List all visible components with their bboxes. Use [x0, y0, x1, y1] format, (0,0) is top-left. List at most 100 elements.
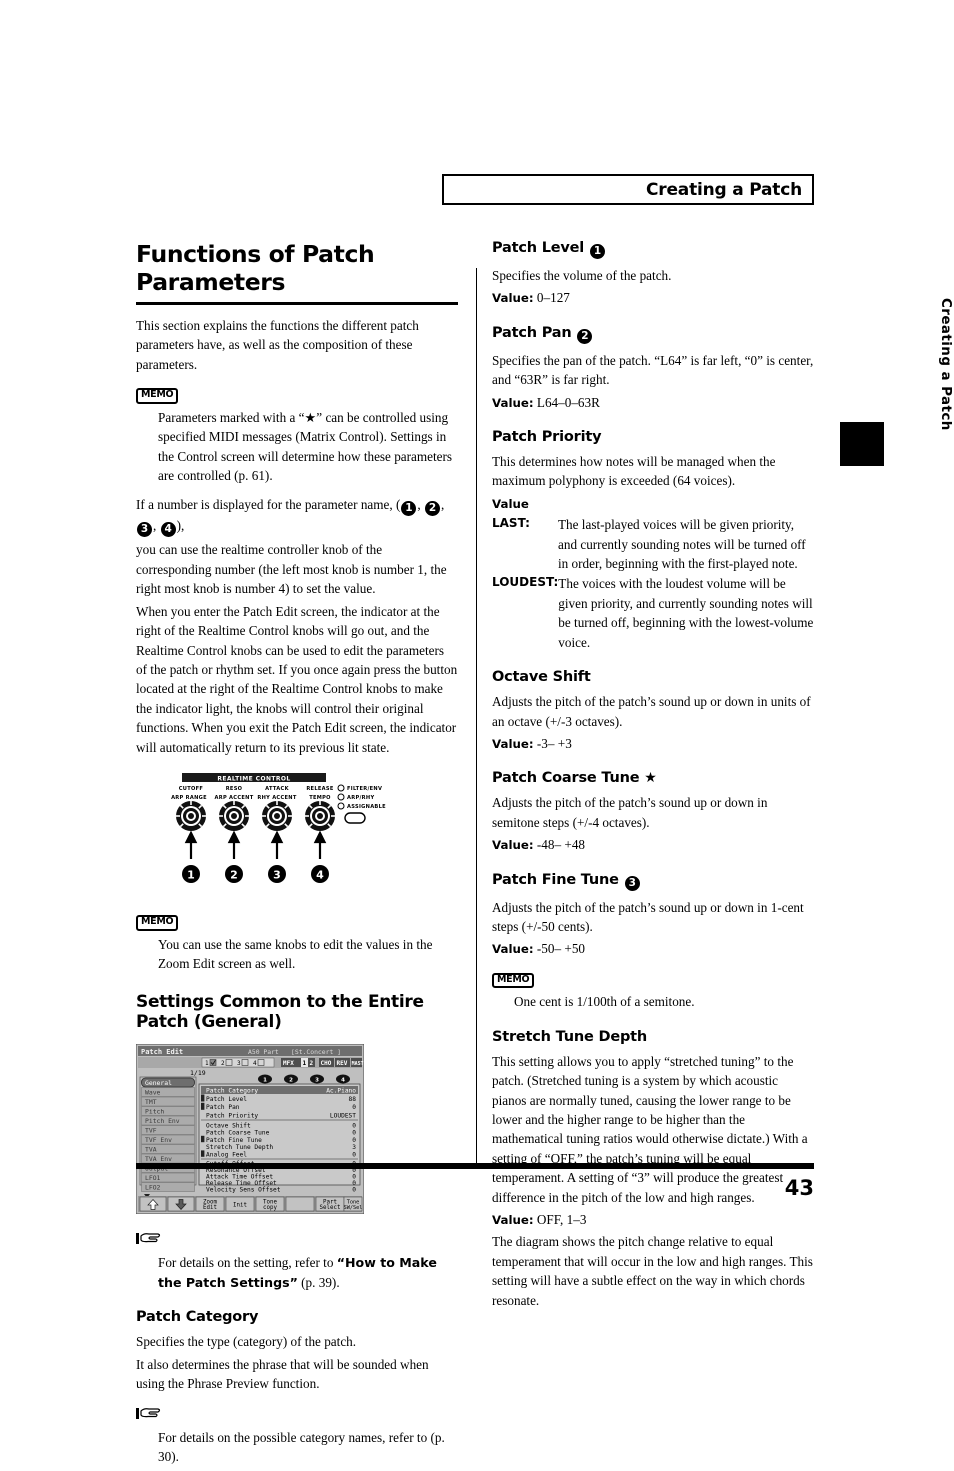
svg-text:MASTER: MASTER: [352, 1061, 364, 1067]
patch-level-value-row: Value: 0–127: [492, 288, 814, 307]
svg-text:4: 4: [253, 1060, 257, 1067]
lcd-part: A50 Part: [248, 1048, 279, 1056]
svg-text:TMT: TMT: [145, 1098, 157, 1106]
octave-shift-value-row: Value: -3– +3: [492, 734, 814, 753]
svg-text:LFO1: LFO1: [145, 1174, 161, 1182]
svg-text:2: 2: [230, 868, 238, 881]
svg-text:88: 88: [349, 1096, 357, 1103]
footer-rule: [136, 1163, 814, 1169]
svg-text:General: General: [145, 1079, 172, 1087]
memo-block-3: MEMO One cent is 1/100th of a semitone.: [492, 969, 814, 1012]
svg-text:Stretch Tune Depth: Stretch Tune Depth: [206, 1145, 273, 1152]
value-label: Value:: [492, 291, 534, 306]
svg-text:3: 3: [315, 1078, 319, 1084]
patch-coarse-tune-desc: Adjusts the pitch of the patch’s sound u…: [492, 795, 768, 830]
svg-text:ATTACK: ATTACK: [265, 786, 289, 792]
left-column: Functions of Patch Parameters This secti…: [135, 240, 458, 1471]
svg-text:Patch Pan: Patch Pan: [206, 1105, 240, 1112]
memo-text-1: Parameters marked with a “★” can be cont…: [158, 409, 453, 484]
svg-text:Select: Select: [320, 1205, 341, 1211]
svg-text:Ac.Piano: Ac.Piano: [326, 1088, 356, 1095]
star-icon: ★: [644, 770, 657, 787]
option-row: LOUDEST: The voices with the loudest vol…: [492, 574, 814, 652]
svg-text:Patch Coarse Tune: Patch Coarse Tune: [206, 1130, 270, 1137]
svg-text:1: 1: [263, 1078, 267, 1084]
circled-number-2: 2: [424, 501, 440, 517]
svg-text:0: 0: [352, 1137, 356, 1144]
lcd-screenshot: Patch Edit A50 Part [St.Concert ] 1 2 3 …: [135, 1043, 458, 1219]
patch-fine-tune-desc: Adjusts the pitch of the patch’s sound u…: [492, 899, 804, 934]
lcd-page-counter: 1/19: [190, 1069, 206, 1077]
heading-patch-pan: Patch Pan 2: [492, 325, 814, 344]
intro-paragraph: This section explains the functions the …: [136, 318, 419, 372]
circled-number-1: 1: [589, 244, 605, 259]
svg-text:0: 0: [352, 1152, 356, 1159]
header-box: Creating a Patch: [442, 174, 814, 205]
stretch-tune-desc: This setting allows you to apply “stretc…: [492, 1053, 808, 1205]
page-number: 43: [784, 1176, 814, 1200]
svg-text:3: 3: [352, 1145, 356, 1152]
patch-category-desc-2: It also determines the phrase that will …: [136, 1356, 429, 1392]
option-term: LOUDEST:: [492, 575, 559, 590]
value-label: Value:: [492, 395, 534, 410]
numbered-knob-paragraph: If a number is displayed for the paramet…: [136, 497, 445, 538]
svg-text:ARP ACCENT: ARP ACCENT: [214, 795, 253, 801]
circled-number-2: 2: [577, 328, 593, 344]
svg-text:ARP RANGE: ARP RANGE: [171, 795, 207, 801]
svg-text:RESO: RESO: [226, 786, 243, 792]
svg-text:Pitch: Pitch: [145, 1108, 164, 1116]
svg-text:LFO2: LFO2: [145, 1184, 161, 1192]
refer-block-2: For details on the possible category nam…: [136, 1406, 458, 1467]
svg-text:CHO: CHO: [321, 1060, 332, 1067]
svg-text:0: 0: [352, 1130, 356, 1137]
memo-block-1: MEMO Parameters marked with a “★” can be…: [136, 384, 458, 485]
memo-block-2: MEMO You can use the same knobs to edit …: [136, 911, 458, 973]
svg-text:ARP/RHY: ARP/RHY: [347, 795, 374, 801]
numbered-knob-prefix: If a number is displayed for the paramet…: [136, 497, 401, 513]
page-title: Creating a Patch: [646, 180, 802, 200]
option-desc: The last-played voices will be given pri…: [558, 517, 806, 572]
circled-number-3: 3: [624, 875, 640, 891]
heading-patch-level: Patch Level 1: [492, 240, 814, 259]
section-title-general: Settings Common to the Entire Patch (Gen…: [136, 992, 424, 1033]
svg-text:Patch Fine Tune: Patch Fine Tune: [206, 1137, 262, 1144]
svg-text:0: 0: [352, 1123, 356, 1130]
heading-patch-coarse-tune: Patch Coarse Tune ★: [492, 770, 814, 786]
svg-text:4: 4: [341, 1078, 345, 1084]
refer-after-1: (p. 39).: [297, 1274, 340, 1290]
patch-level-desc: Specifies the volume of the patch.: [492, 268, 672, 283]
svg-text:3: 3: [237, 1060, 241, 1067]
svg-text:TVF: TVF: [145, 1127, 157, 1135]
octave-shift-desc: Adjusts the pitch of the patch’s sound u…: [492, 694, 811, 729]
option-term: LAST:: [492, 516, 530, 531]
memo-icon: MEMO: [136, 388, 179, 404]
svg-text:ASSIGNABLE: ASSIGNABLE: [347, 804, 386, 810]
document-page: Creating a Patch Creating a Patch Functi…: [0, 0, 954, 1464]
column-divider: [476, 268, 477, 1166]
svg-text:REV: REV: [337, 1060, 348, 1067]
memo-icon: MEMO: [492, 972, 535, 989]
side-tab-label: Creating a Patch: [938, 298, 954, 431]
svg-text:Analog Feel: Analog Feel: [206, 1152, 247, 1159]
realtime-control-diagram: REALTIME CONTROL CUTOFF RESO ATTACK RELE…: [136, 771, 458, 909]
svg-text:TVA: TVA: [145, 1146, 157, 1154]
svg-text:3: 3: [273, 868, 281, 881]
heading-patch-coarse-tune-text: Patch Coarse Tune: [492, 770, 640, 787]
svg-text:1: 1: [205, 1060, 209, 1067]
svg-text:MFX: MFX: [283, 1060, 294, 1067]
heading-patch-fine-tune-text: Patch Fine Tune: [492, 871, 619, 888]
svg-text:CUTOFF: CUTOFF: [179, 786, 204, 792]
value-text: -3– +3: [536, 735, 572, 751]
numbered-knob-rest: you can use the realtime controller knob…: [136, 542, 447, 597]
option-row: LAST: The last-played voices will be giv…: [492, 515, 814, 573]
patch-fine-tune-value-row: Value: -50– +50: [492, 939, 814, 958]
numbered-knob-suffix: ),: [176, 518, 185, 534]
patch-priority-options: LAST: The last-played voices will be giv…: [492, 515, 814, 652]
main-title: Functions of Patch Parameters: [136, 240, 375, 296]
lcd-svg: Patch Edit A50 Part [St.Concert ] 1 2 3 …: [135, 1043, 371, 1215]
heading-patch-category: Patch Category: [136, 1309, 259, 1326]
svg-text:Init: Init: [233, 1203, 247, 1209]
refer-text-1: For details on the setting, refer to “Ho…: [158, 1253, 458, 1292]
value-text: -48– +48: [536, 837, 586, 853]
svg-text:1: 1: [187, 868, 195, 881]
